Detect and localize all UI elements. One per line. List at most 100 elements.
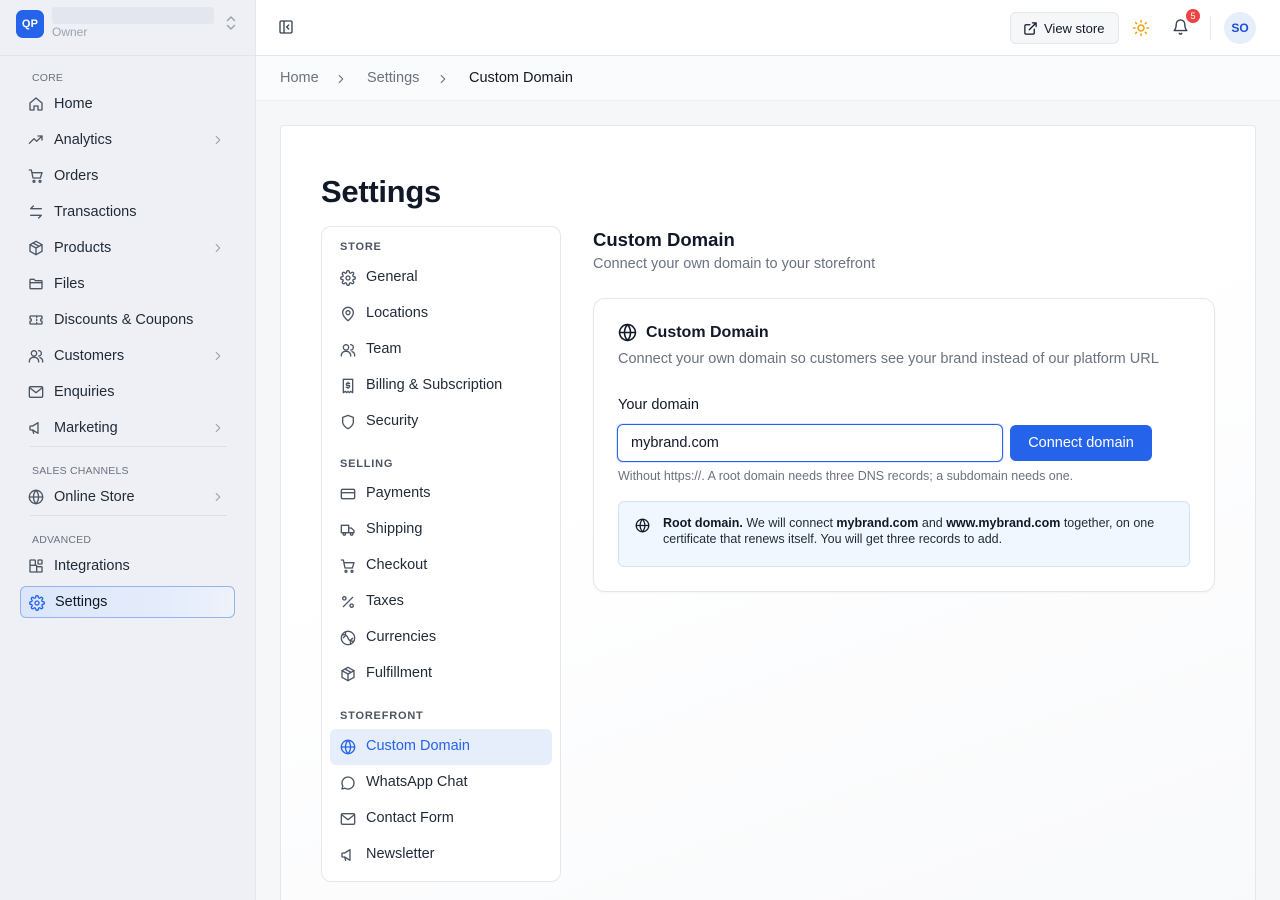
- sidebar-toggle-icon[interactable]: [278, 19, 294, 35]
- chevron-right-icon: [334, 72, 348, 86]
- sidebar-item-orders[interactable]: Orders: [20, 160, 235, 192]
- sidebar-item-discounts[interactable]: Discounts & Coupons: [20, 304, 235, 336]
- chevron-right-icon: [211, 349, 225, 363]
- sidebar-item-files[interactable]: Files: [20, 268, 235, 300]
- sidebar-item-marketing[interactable]: Marketing: [20, 412, 235, 444]
- mail-icon: [340, 811, 356, 827]
- sidebar-item-products[interactable]: Products: [20, 232, 235, 264]
- sidebar-item-label: Home: [54, 96, 93, 112]
- card-title: Custom Domain: [646, 324, 769, 341]
- external-link-icon: [1023, 21, 1038, 36]
- arrows-swap-icon: [28, 204, 44, 220]
- megaphone-icon: [340, 847, 356, 863]
- settings-item-label: WhatsApp Chat: [366, 774, 468, 790]
- sidebar-item-online-store[interactable]: Online Store: [20, 481, 235, 513]
- globe-icon: [340, 739, 356, 755]
- sidebar-item-label: Discounts & Coupons: [54, 312, 194, 328]
- map-pin-icon: [340, 306, 356, 322]
- gear-icon: [340, 270, 356, 286]
- sidebar-item-enquiries[interactable]: Enquiries: [20, 376, 235, 408]
- breadcrumb-settings[interactable]: Settings: [367, 70, 419, 86]
- info-text-part: and: [918, 516, 947, 530]
- globe-icon: [28, 489, 44, 505]
- info-domain-www: www.mybrand.com: [946, 516, 1061, 530]
- chevron-right-icon: [436, 72, 450, 86]
- sidebar-item-label: Enquiries: [54, 384, 115, 400]
- info-domain-root: mybrand.com: [836, 516, 919, 530]
- topbar-divider: [1210, 16, 1211, 40]
- package-icon: [340, 666, 356, 682]
- sidebar-item-settings[interactable]: Settings: [20, 586, 235, 618]
- sidebar-item-analytics[interactable]: Analytics: [20, 124, 235, 156]
- home-icon: [28, 96, 44, 112]
- settings-item-newsletter[interactable]: Newsletter: [330, 837, 552, 873]
- settings-item-label: Shipping: [366, 521, 423, 537]
- settings-item-taxes[interactable]: Taxes: [330, 584, 552, 620]
- sidebar-item-customers[interactable]: Customers: [20, 340, 235, 372]
- settings-item-general[interactable]: General: [330, 260, 552, 296]
- folder-icon: [28, 276, 44, 292]
- settings-item-locations[interactable]: Locations: [330, 296, 552, 332]
- megaphone-icon: [28, 420, 44, 436]
- chevron-right-icon: [211, 421, 225, 435]
- trending-up-icon: [28, 132, 44, 148]
- bell-icon[interactable]: [1172, 18, 1189, 36]
- settings-item-team[interactable]: Team: [330, 332, 552, 368]
- sidebar-item-label: Files: [54, 276, 85, 292]
- settings-item-custom-domain[interactable]: Custom Domain: [330, 729, 552, 765]
- sidebar-group-advanced: ADVANCED: [32, 534, 92, 546]
- settings-item-contact-form[interactable]: Contact Form: [330, 801, 552, 837]
- sidebar: QP Owner CORE Home Analytics Orders Tran…: [0, 0, 256, 900]
- view-store-button[interactable]: View store: [1010, 12, 1119, 44]
- workspace-role: Owner: [52, 25, 88, 39]
- receipt-icon: [340, 378, 356, 394]
- mail-icon: [28, 384, 44, 400]
- sidebar-item-label: Transactions: [54, 204, 137, 220]
- blocks-icon: [28, 558, 44, 574]
- coins-icon: [340, 630, 356, 646]
- settings-item-whatsapp-chat[interactable]: WhatsApp Chat: [330, 765, 552, 801]
- settings-group-selling: SELLING: [340, 458, 394, 470]
- workspace-logo: QP: [16, 10, 44, 38]
- sidebar-item-label: Customers: [54, 348, 125, 364]
- sidebar-item-integrations[interactable]: Integrations: [20, 550, 235, 582]
- info-callout-text: Root domain. We will connect mybrand.com…: [663, 515, 1173, 547]
- sidebar-item-transactions[interactable]: Transactions: [20, 196, 235, 228]
- breadcrumb-home[interactable]: Home: [280, 70, 319, 86]
- avatar[interactable]: SO: [1224, 12, 1256, 44]
- sidebar-item-label: Orders: [54, 168, 99, 184]
- settings-item-shipping[interactable]: Shipping: [330, 512, 552, 548]
- settings-item-label: Fulfillment: [366, 665, 433, 681]
- page-title: Settings: [321, 174, 441, 209]
- card-description: Connect your own domain so customers see…: [618, 351, 1159, 367]
- sidebar-group-sales-channels: SALES CHANNELS: [32, 465, 129, 477]
- settings-item-label: Checkout: [366, 557, 428, 573]
- sun-icon[interactable]: [1132, 19, 1150, 37]
- topbar: View store 5 SO: [256, 0, 1280, 56]
- sidebar-item-label: Products: [54, 240, 112, 256]
- sidebar-divider: [0, 55, 256, 56]
- connect-domain-button[interactable]: Connect domain: [1010, 425, 1152, 461]
- chevrons-up-down-icon[interactable]: [224, 15, 238, 31]
- percent-icon: [340, 594, 356, 610]
- settings-group-storefront: STOREFRONT: [340, 710, 424, 722]
- settings-item-payments[interactable]: Payments: [330, 476, 552, 512]
- settings-item-security[interactable]: Security: [330, 404, 552, 440]
- credit-card-icon: [340, 486, 356, 502]
- package-icon: [28, 240, 44, 256]
- users-icon: [340, 342, 356, 358]
- settings-item-fulfillment[interactable]: Fulfillment: [330, 656, 552, 692]
- sidebar-item-label: Integrations: [54, 558, 130, 574]
- settings-item-billing[interactable]: Billing & Subscription: [330, 368, 552, 404]
- settings-item-checkout[interactable]: Checkout: [330, 548, 552, 584]
- globe-icon: [618, 323, 637, 342]
- settings-item-currencies[interactable]: Currencies: [330, 620, 552, 656]
- settings-item-label: General: [366, 269, 418, 285]
- sidebar-item-home[interactable]: Home: [20, 88, 235, 120]
- domain-input[interactable]: [617, 424, 1003, 462]
- settings-item-label: Locations: [366, 305, 429, 321]
- settings-item-label: Newsletter: [366, 846, 435, 862]
- info-lead: Root domain.: [663, 516, 743, 530]
- section-title: Custom Domain: [593, 229, 735, 250]
- workspace-switcher[interactable]: QP Owner: [16, 7, 240, 40]
